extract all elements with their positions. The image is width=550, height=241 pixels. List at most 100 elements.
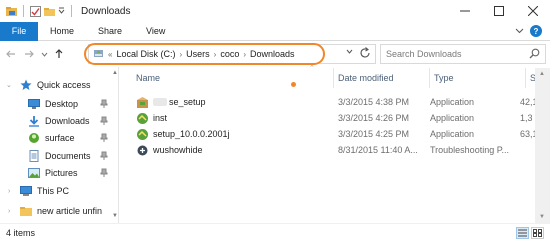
nav-label: new article unfin	[37, 206, 103, 216]
file-size-cell: 42,1	[520, 97, 536, 107]
ribbon-controls: ?	[515, 25, 542, 37]
nav-downloads[interactable]: Downloads	[0, 113, 118, 129]
nav-this-pc[interactable]: › This PC	[0, 183, 118, 199]
crumb-separator-icon[interactable]: ›	[243, 50, 246, 59]
search-input[interactable]: Search Downloads	[380, 44, 546, 64]
crumb-users[interactable]: Users	[186, 49, 210, 59]
nav-documents[interactable]: Documents	[0, 148, 118, 164]
chevron-down-icon[interactable]: ⌄	[6, 81, 14, 89]
file-name-cell: setup_10.0.0.2001j	[136, 126, 336, 142]
recent-locations-button[interactable]	[38, 44, 50, 64]
divider	[71, 5, 72, 17]
pin-icon[interactable]	[100, 116, 108, 125]
installer-box-icon	[136, 96, 149, 109]
large-icons-view-button[interactable]	[531, 227, 544, 239]
help-icon[interactable]: ?	[530, 25, 542, 37]
pin-icon[interactable]	[100, 151, 108, 160]
nav-label: Downloads	[45, 116, 90, 126]
nav-quick-access[interactable]: ⌄ Quick access	[0, 77, 118, 93]
column-date-modified[interactable]: Date modified	[334, 68, 430, 88]
nav-pictures[interactable]: Pictures	[0, 165, 118, 181]
new-folder-icon[interactable]	[44, 6, 55, 17]
file-date-cell: 3/3/2015 4:38 PM	[338, 97, 410, 107]
desktop-icon	[28, 98, 40, 110]
customize-dropdown-icon[interactable]	[58, 6, 65, 17]
crumb-separator-icon[interactable]: ›	[214, 50, 217, 59]
forward-button[interactable]	[20, 44, 38, 64]
details-view-button[interactable]	[516, 227, 529, 239]
folder-app-icon	[6, 6, 17, 17]
maximize-icon	[494, 6, 504, 16]
file-type-cell: Troubleshooting P...	[430, 145, 510, 155]
table-row[interactable]: setup_10.0.0.2001j 3/3/2015 4:25 PM Appl…	[132, 126, 550, 142]
back-button[interactable]	[2, 44, 20, 64]
column-type[interactable]: Type	[430, 68, 526, 88]
column-name[interactable]: Name	[132, 68, 334, 88]
properties-icon[interactable]	[30, 5, 41, 17]
documents-icon	[28, 150, 40, 162]
address-row: « Local Disk (C:) › Users › coco › Downl…	[0, 41, 550, 67]
search-placeholder: Search Downloads	[386, 49, 462, 59]
scroll-up-icon[interactable]: ▲	[539, 71, 545, 77]
crumb-coco[interactable]: coco	[220, 49, 239, 59]
tab-home[interactable]: Home	[38, 22, 86, 41]
status-bar: 4 items	[0, 223, 550, 241]
troubleshooter-icon	[136, 144, 149, 157]
table-row[interactable]: inst 3/3/2015 4:26 PM Application 1,3	[132, 110, 550, 126]
title-bar: Downloads	[0, 0, 550, 22]
tab-file[interactable]: File	[0, 21, 38, 41]
green-app-icon	[136, 128, 149, 141]
pane-divider[interactable]	[118, 67, 119, 223]
vertical-scrollbar[interactable]: ▲ ▼	[535, 68, 550, 223]
file-type-cell: Application	[430, 113, 475, 123]
pin-icon[interactable]	[100, 133, 108, 142]
address-bar[interactable]: « Local Disk (C:) › Users › coco › Downl…	[88, 44, 376, 64]
file-date-cell: 3/3/2015 4:25 PM	[338, 129, 410, 139]
this-pc-icon	[20, 185, 32, 197]
folder-icon	[20, 205, 32, 217]
nav-new-article-folder[interactable]: › new article unfin	[0, 203, 118, 219]
back-arrow-icon	[6, 50, 15, 58]
minimize-button[interactable]	[448, 0, 482, 22]
up-button[interactable]	[50, 44, 68, 64]
nav-label: Pictures	[45, 168, 78, 178]
nav-desktop[interactable]: Desktop	[0, 96, 118, 112]
crumb-local-disk[interactable]: Local Disk (C:)	[116, 49, 175, 59]
pin-icon[interactable]	[100, 168, 108, 177]
breadcrumb: « Local Disk (C:) › Users › coco › Downl…	[89, 48, 295, 61]
file-date-cell: 3/3/2015 4:26 PM	[338, 113, 410, 123]
file-name-cell: inst	[136, 110, 336, 126]
chevron-right-icon[interactable]: ›	[8, 208, 16, 215]
redacted-text	[153, 98, 167, 106]
file-name-cell: se_setup	[136, 94, 336, 110]
file-name: wushowhide	[153, 145, 203, 155]
pin-icon[interactable]	[100, 99, 108, 108]
address-dropdown-icon[interactable]	[346, 48, 353, 57]
view-switcher	[516, 227, 544, 239]
file-type-cell: Application	[430, 97, 475, 107]
nav-surface[interactable]: surface	[0, 130, 118, 146]
star-icon	[20, 79, 32, 91]
table-row[interactable]: se_setup 3/3/2015 4:38 PM Application 42…	[132, 94, 550, 110]
up-arrow-icon	[55, 49, 63, 58]
cursor-marker	[291, 82, 296, 87]
tab-view[interactable]: View	[134, 22, 177, 41]
file-name: se_setup	[169, 97, 206, 107]
file-size-cell: 63,1	[520, 129, 536, 139]
overflow-chevron-icon[interactable]: «	[108, 50, 112, 59]
chevron-right-icon[interactable]: ›	[8, 188, 16, 195]
expand-ribbon-icon[interactable]	[515, 26, 524, 37]
scroll-down-icon[interactable]: ▼	[539, 214, 545, 220]
search-icon[interactable]	[529, 48, 540, 61]
file-name-cell: wushowhide	[136, 142, 336, 158]
user-green-icon	[28, 132, 40, 144]
table-row[interactable]: wushowhide 8/31/2015 11:40 A... Troubles…	[132, 142, 550, 158]
tab-share[interactable]: Share	[86, 22, 134, 41]
refresh-icon[interactable]	[359, 46, 371, 63]
crumb-separator-icon[interactable]: ›	[179, 50, 182, 59]
close-button[interactable]	[516, 0, 550, 22]
maximize-button[interactable]	[482, 0, 516, 22]
nav-label: Desktop	[45, 99, 79, 109]
ribbon-tabs: File Home Share View ?	[0, 21, 550, 41]
crumb-downloads[interactable]: Downloads	[250, 49, 295, 59]
